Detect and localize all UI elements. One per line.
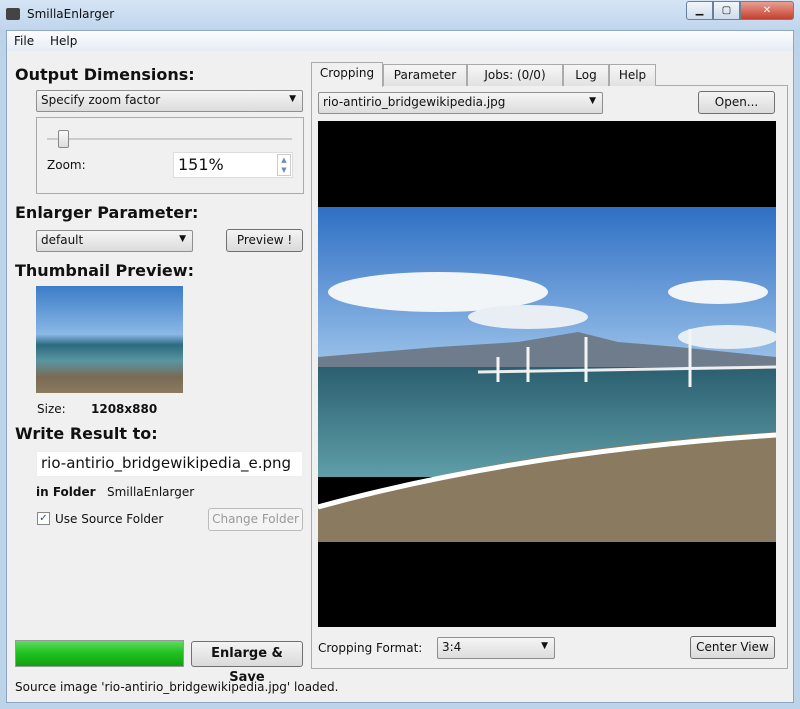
cropping-format-label: Cropping Format: [318,641,423,655]
use-source-folder-label: Use Source Folder [55,512,164,526]
dimension-mode-value: Specify zoom factor [41,93,161,107]
preview-button[interactable]: Preview ! [226,229,303,252]
zoom-frame: Zoom: 151% ▲ ▼ [36,117,304,194]
chevron-down-icon: ▼ [589,96,596,106]
dimension-mode-select[interactable]: Specify zoom factor ▼ [36,90,303,112]
size-value: 1208x880 [91,402,158,416]
status-bar: Source image 'rio-antirio_bridgewikipedi… [15,680,339,694]
tab-jobs[interactable]: Jobs: (0/0) [467,64,563,86]
open-button[interactable]: Open... [698,91,775,114]
crop-view[interactable] [318,121,776,627]
thumbnail-image [36,286,183,393]
chevron-down-icon: ▼ [541,641,548,651]
app-icon [6,8,20,20]
tab-help[interactable]: Help [609,64,656,86]
menu-help[interactable]: Help [50,34,77,48]
zoom-input[interactable]: 151% ▲ ▼ [173,152,293,178]
enlarger-parameter-heading: Enlarger Parameter: [15,203,199,222]
output-filename-input[interactable]: rio-antirio_bridgewikipedia_e.png [36,451,303,477]
size-label: Size: [37,402,66,416]
title-bar: SmillaEnlarger ▁ ▢ ✕ [0,0,800,30]
center-view-button[interactable]: Center View [690,636,775,659]
progress-bar [15,640,184,667]
window-title: SmillaEnlarger [27,7,115,21]
zoom-slider-handle[interactable] [58,130,69,148]
write-result-heading: Write Result to: [15,424,158,443]
preset-value: default [41,233,84,247]
change-folder-button[interactable]: Change Folder [208,508,303,531]
source-file-value: rio-antirio_bridgewikipedia.jpg [323,95,506,109]
client-area: File Help Output Dimensions: Specify zoo… [6,30,794,703]
parameter-preset-select[interactable]: default ▼ [36,230,193,252]
cropping-format-select[interactable]: 3:4 ▼ [437,637,555,659]
menu-bar: File Help [7,31,793,51]
tab-cropping[interactable]: Cropping [311,62,383,87]
zoom-label: Zoom: [47,158,86,172]
progress-fill [16,641,183,666]
enlarge-save-button[interactable]: Enlarge & Save [191,641,303,685]
tab-parameter[interactable]: Parameter [383,64,467,86]
output-dimensions-heading: Output Dimensions: [15,65,195,84]
close-button[interactable]: ✕ [740,1,794,20]
chevron-down-icon: ▼ [289,94,296,104]
chevron-down-icon: ▼ [179,234,186,244]
thumbnail-preview-heading: Thumbnail Preview: [15,261,194,280]
tab-log[interactable]: Log [563,64,609,86]
cropping-format-value: 3:4 [442,640,462,654]
zoom-value: 151% [178,155,224,174]
source-file-select[interactable]: rio-antirio_bridgewikipedia.jpg ▼ [318,92,603,114]
zoom-slider-track[interactable] [47,138,292,140]
minimize-button[interactable]: ▁ [686,1,713,20]
menu-file[interactable]: File [14,34,34,48]
in-folder-label: in Folder [36,485,96,499]
maximize-button[interactable]: ▢ [713,1,740,20]
folder-value: SmillaEnlarger [107,485,195,499]
source-image [318,207,776,542]
zoom-spinner[interactable]: ▲ ▼ [277,154,291,176]
use-source-folder-checkbox[interactable]: ✓ [37,512,50,525]
